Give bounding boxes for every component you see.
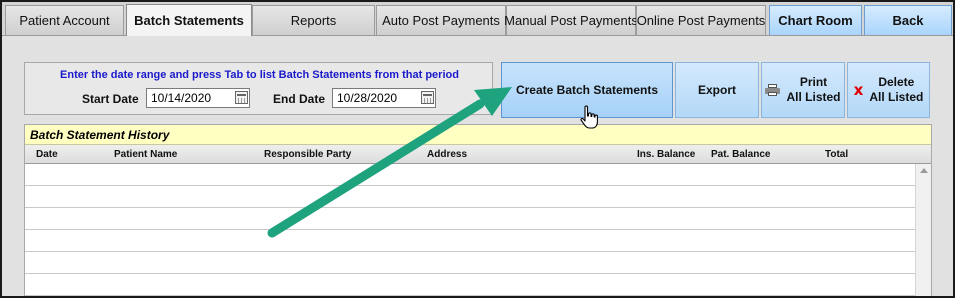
print-label-line1: Print	[799, 75, 828, 89]
end-date-value: 10/28/2020	[337, 91, 398, 105]
tab-auto-post-payments[interactable]: Auto Post Payments	[376, 5, 506, 35]
delete-label-line1: Delete	[878, 75, 915, 89]
tab-label: Online Post Payments	[636, 13, 766, 28]
tab-label: Manual Post Payments	[504, 13, 638, 28]
print-label-line2: All Listed	[786, 90, 841, 104]
table-row[interactable]	[25, 274, 915, 296]
tab-label: Reports	[290, 13, 337, 28]
printer-icon	[765, 84, 781, 96]
table-header: Date Patient Name Responsible Party Addr…	[25, 145, 931, 164]
red-x-icon: x	[853, 80, 864, 99]
tab-patient-account[interactable]: Patient Account	[5, 5, 124, 35]
export-button[interactable]: Export	[675, 62, 759, 118]
column-header-pat-balance[interactable]: Pat. Balance	[711, 149, 770, 160]
create-batch-statements-label: Create Batch Statements	[515, 82, 659, 97]
table-row[interactable]	[25, 230, 915, 252]
column-header-responsible-party[interactable]: Responsible Party	[264, 149, 351, 160]
tab-label: Chart Room	[778, 13, 853, 28]
column-header-patient-name[interactable]: Patient Name	[114, 149, 177, 160]
batch-statement-history-table: Batch Statement History Date Patient Nam…	[24, 124, 932, 296]
chart-room-button[interactable]: Chart Room	[769, 5, 862, 35]
grid-title: Batch Statement History	[25, 125, 931, 145]
tab-bar: Patient Account Batch Statements Reports…	[2, 2, 953, 36]
delete-label-line2: All Listed	[869, 90, 924, 104]
delete-label: Delete All Listed	[869, 75, 923, 105]
export-label: Export	[697, 82, 736, 97]
start-date-label: Start Date	[82, 92, 139, 106]
table-row[interactable]	[25, 186, 915, 208]
app-window: Patient Account Batch Statements Reports…	[0, 0, 955, 298]
tab-label: Patient Account	[19, 13, 110, 28]
start-date-value: 10/14/2020	[151, 91, 212, 105]
column-header-ins-balance[interactable]: Ins. Balance	[637, 149, 695, 160]
tab-label: Back	[892, 13, 924, 28]
table-row[interactable]	[25, 164, 915, 186]
column-header-total[interactable]: Total	[825, 149, 848, 160]
vertical-scrollbar[interactable]	[915, 164, 931, 296]
table-row[interactable]	[25, 252, 915, 274]
delete-all-listed-button[interactable]: x Delete All Listed	[847, 62, 930, 118]
print-all-listed-button[interactable]: Print All Listed	[761, 62, 845, 118]
hand-pointer-icon	[580, 105, 598, 129]
calendar-icon[interactable]	[421, 91, 434, 104]
tab-manual-post-payments[interactable]: Manual Post Payments	[504, 5, 638, 35]
tab-label: Auto Post Payments	[382, 13, 500, 28]
date-range-panel: Enter the date range and press Tab to li…	[24, 62, 493, 115]
tab-label: Batch Statements	[134, 13, 244, 28]
column-header-date[interactable]: Date	[36, 149, 58, 160]
back-button[interactable]: Back	[864, 5, 952, 35]
print-label: Print All Listed	[786, 75, 840, 105]
end-date-label: End Date	[273, 92, 326, 106]
column-header-address[interactable]: Address	[427, 149, 467, 160]
tab-batch-statements[interactable]: Batch Statements	[126, 4, 252, 36]
start-date-field[interactable]: 10/14/2020	[146, 88, 250, 108]
calendar-icon[interactable]	[235, 91, 248, 104]
date-range-hint: Enter the date range and press Tab to li…	[60, 69, 459, 81]
table-row[interactable]	[25, 208, 915, 230]
tab-online-post-payments[interactable]: Online Post Payments	[636, 5, 766, 35]
scroll-up-arrow-icon[interactable]	[920, 168, 928, 173]
end-date-field[interactable]: 10/28/2020	[332, 88, 436, 108]
tab-reports[interactable]: Reports	[252, 5, 375, 35]
